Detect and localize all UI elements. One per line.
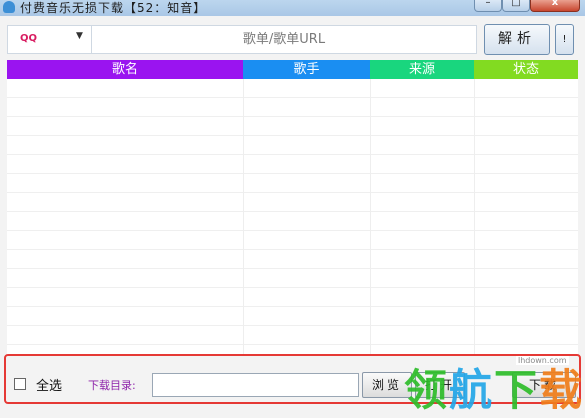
- close-button[interactable]: x: [530, 0, 580, 12]
- column-divider: [243, 79, 244, 354]
- song-table[interactable]: 歌名 歌手 来源 状态: [7, 60, 578, 354]
- watermark-logo-text: 领航下载: [404, 366, 584, 416]
- download-dir-input[interactable]: [152, 373, 359, 397]
- table-rows: [7, 79, 578, 354]
- minimize-icon: –: [485, 0, 491, 8]
- parse-button[interactable]: 解析: [484, 24, 550, 55]
- column-divider: [474, 79, 475, 354]
- source-dropdown[interactable]: QQ ▼: [7, 25, 91, 54]
- column-divider: [370, 79, 371, 354]
- toolbar: QQ ▼ 歌单/歌单URL 解析 !: [0, 16, 585, 60]
- column-header-source[interactable]: 来源: [370, 60, 474, 79]
- column-header-status[interactable]: 状态: [474, 60, 578, 79]
- window-title: 付费音乐无损下载【52：知音】: [20, 1, 207, 15]
- select-all-checkbox[interactable]: [14, 378, 26, 390]
- title-bar: 付费音乐无损下载【52：知音】 – □ x: [0, 0, 585, 16]
- select-all-label[interactable]: 全选: [36, 375, 62, 394]
- close-icon: x: [551, 0, 559, 8]
- column-header-artist[interactable]: 歌手: [243, 60, 370, 79]
- column-header-title[interactable]: 歌名: [7, 60, 243, 79]
- app-icon: [3, 1, 15, 13]
- minimize-button[interactable]: –: [474, 0, 502, 12]
- maximize-icon: □: [511, 0, 521, 8]
- watermark-logo: 领航下载: [404, 356, 584, 416]
- playlist-url-input[interactable]: 歌单/歌单URL: [91, 25, 477, 54]
- dropdown-arrow-icon: ▼: [76, 31, 83, 41]
- maximize-button[interactable]: □: [502, 0, 530, 12]
- download-dir-label: 下载目录:: [88, 379, 136, 392]
- info-button[interactable]: !: [555, 24, 574, 55]
- source-value: QQ: [20, 33, 38, 44]
